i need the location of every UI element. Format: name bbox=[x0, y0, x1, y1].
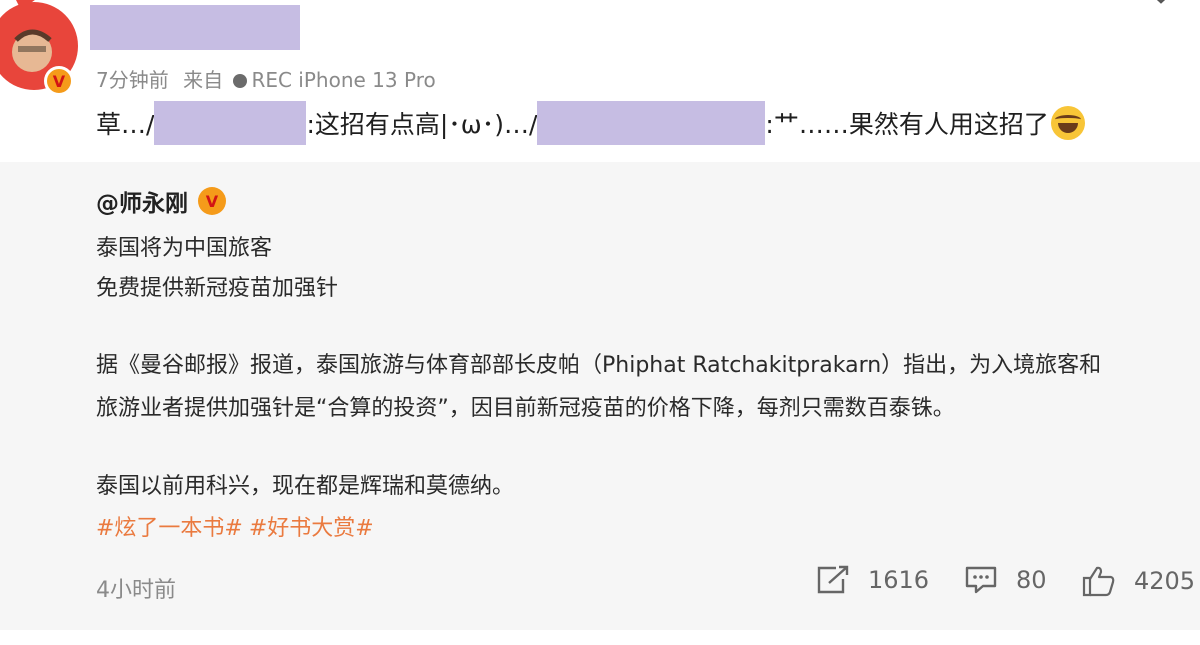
hashtags: #炫了一本书# #好书大赏# bbox=[96, 510, 374, 542]
post-device: REC iPhone 13 Pro bbox=[251, 68, 436, 92]
laugh-tears-emoji-icon bbox=[1050, 106, 1085, 140]
hashtag-link[interactable]: #炫了一本书# bbox=[96, 516, 243, 541]
redacted-username[interactable] bbox=[90, 5, 300, 50]
repost-comment: 草…/ :这招有点高|･ω･)…/ :艹……果然有人用这招了 bbox=[96, 100, 1085, 146]
like-count: 4205 bbox=[1134, 567, 1196, 595]
chevron-down-icon[interactable] bbox=[1146, 0, 1176, 14]
quoted-post-time: 4小时前 bbox=[96, 578, 176, 603]
repost-text-prefix: 草…/ bbox=[96, 110, 155, 139]
repost-button[interactable]: 1616 bbox=[816, 565, 929, 595]
quoted-text-line: 旅游业者提供加强针是“合算的投资”，因目前新冠疫苗的价格下降，每剂只需数百泰铢。 bbox=[96, 396, 955, 421]
repost-icon bbox=[817, 565, 849, 594]
comment-icon bbox=[965, 566, 997, 594]
verified-badge-icon: V bbox=[44, 66, 74, 96]
redacted-mention[interactable] bbox=[537, 101, 766, 145]
verified-badge-icon: V bbox=[198, 187, 226, 215]
comment-button[interactable]: 80 bbox=[964, 565, 1047, 595]
like-button[interactable]: 4205 bbox=[1082, 565, 1195, 597]
thumbs-up-icon bbox=[1082, 566, 1115, 597]
quoted-text-line: 泰国将为中国旅客 bbox=[96, 236, 273, 261]
quoted-text-line: 据《曼谷邮报》报道，泰国旅游与体育部部长皮帕（Phiphat Ratchakit… bbox=[96, 353, 1102, 378]
source-label: 来自 bbox=[183, 68, 224, 92]
quoted-text-line: 泰国以前用科兴，现在都是辉瑞和莫德纳。 bbox=[96, 474, 515, 499]
post-meta: 7分钟前 来自 REC iPhone 13 Pro bbox=[96, 64, 436, 93]
comment-count: 80 bbox=[1016, 566, 1047, 594]
post-time: 7分钟前 bbox=[96, 68, 169, 92]
bottom-divider bbox=[0, 630, 1200, 645]
quoted-post[interactable]: @师永刚 V 泰国将为中国旅客 免费提供新冠疫苗加强针 据《曼谷邮报》报道，泰国… bbox=[0, 162, 1200, 630]
redacted-mention[interactable] bbox=[154, 101, 307, 145]
quoted-author[interactable]: @师永刚 V bbox=[96, 184, 226, 218]
quoted-author-name[interactable]: @师永刚 bbox=[96, 184, 188, 218]
repost-text-mid: :这招有点高|･ω･)…/ bbox=[306, 110, 538, 139]
quoted-text-line: 免费提供新冠疫苗加强针 bbox=[96, 276, 339, 301]
hashtag-link[interactable]: #好书大赏# bbox=[249, 516, 374, 541]
repost-count: 1616 bbox=[868, 566, 930, 594]
repost-text-tail: :艹……果然有人用这招了 bbox=[765, 110, 1049, 139]
record-dot-icon bbox=[233, 74, 248, 88]
